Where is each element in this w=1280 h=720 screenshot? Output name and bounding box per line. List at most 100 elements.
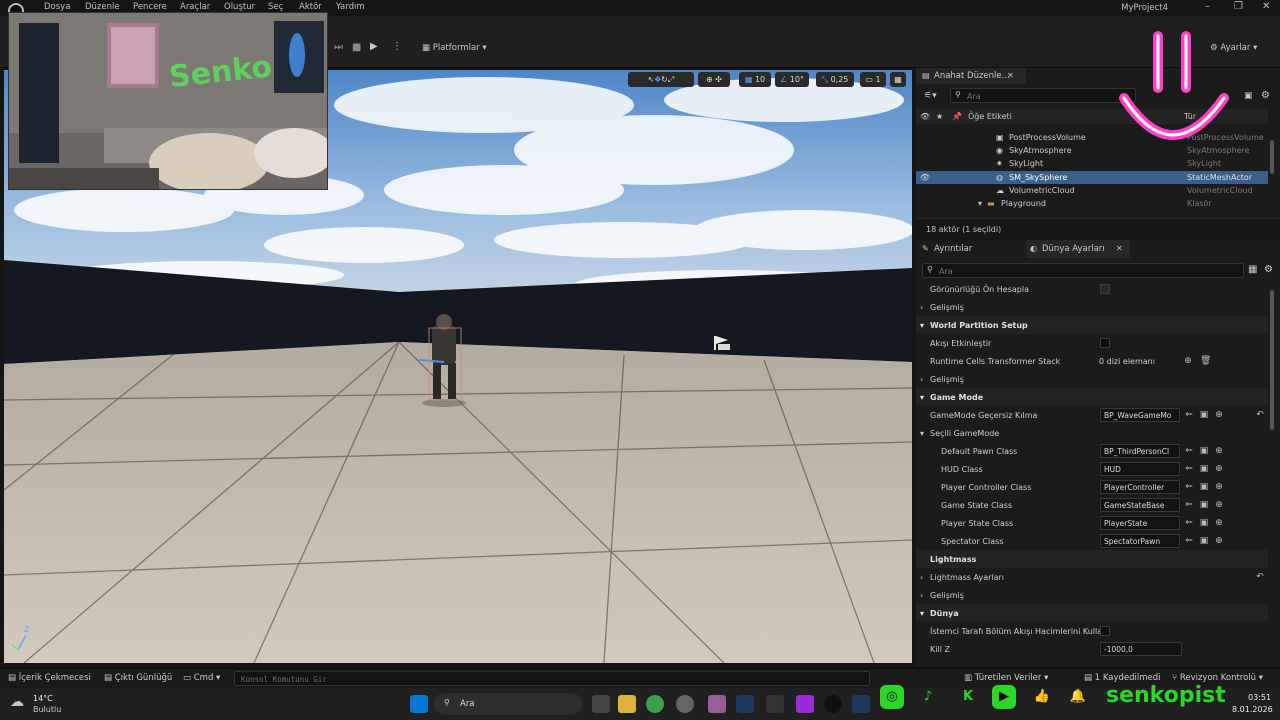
reset-icon[interactable]: ↶ (1255, 572, 1265, 582)
outliner-search-input[interactable]: ⚲ Ara (950, 88, 1136, 103)
category-advanced[interactable]: › Gelişmiş (916, 586, 1268, 604)
kill-z-input[interactable]: -1000,0 (1100, 642, 1182, 656)
menu-file[interactable]: Dosya (44, 2, 70, 12)
select-icon[interactable]: ↖ (648, 75, 655, 84)
menu-actor[interactable]: Aktör (299, 2, 322, 12)
close-tab-icon[interactable]: ✕ (1116, 244, 1123, 253)
coordinate-space[interactable]: ⊕ ✣ (698, 72, 730, 87)
add-icon[interactable]: ⊕ (1214, 446, 1224, 456)
trash-icon[interactable]: 🗑 (1200, 356, 1211, 366)
cmd-dropdown[interactable]: ▭ Cmd ▾ (183, 673, 220, 683)
browse-icon[interactable]: ▣ (1199, 446, 1209, 456)
content-drawer-button[interactable]: ▤ İçerik Çekmecesi (8, 673, 91, 683)
reset-icon[interactable]: ↶ (1255, 410, 1265, 420)
minimize-icon[interactable]: – (1205, 1, 1210, 12)
obs-icon[interactable] (676, 695, 694, 713)
subsection-selected-gamemode[interactable]: ▾ Seçili GameMode (916, 424, 1268, 442)
outliner-settings-icon[interactable]: ⚙ (1261, 90, 1270, 101)
spectator-dropdown[interactable]: SpectatorPawn (1100, 534, 1180, 548)
chrome-icon[interactable] (646, 695, 664, 713)
add-icon[interactable]: ⊕ (1214, 464, 1224, 474)
skip-icon[interactable]: ⏭ (334, 42, 343, 53)
file-explorer-icon[interactable] (618, 695, 636, 713)
platforms-button[interactable]: ▦ Platformlar ▾ (422, 43, 487, 53)
use-selected-icon[interactable]: ⇐ (1184, 518, 1194, 528)
outliner-row-folder[interactable]: ▾ ▬ Playground Klasör (916, 197, 1268, 210)
unreal-icon[interactable] (824, 695, 842, 713)
category-advanced[interactable]: › Gelişmiş (916, 370, 1268, 388)
grid-snap[interactable]: ▦ 10 (739, 72, 771, 87)
viewport-layout[interactable]: ▦ (890, 72, 906, 87)
add-icon[interactable]: ⊕ (1214, 536, 1224, 546)
player-state-dropdown[interactable]: PlayerState (1100, 516, 1180, 530)
add-element-icon[interactable]: ⊕ (1183, 356, 1193, 366)
stop-icon[interactable]: ■ (352, 42, 361, 53)
scale-snap[interactable]: ⤡ 0,25 (816, 72, 854, 87)
add-icon[interactable]: ⊕ (1214, 482, 1224, 492)
add-icon[interactable]: ⊕ (1214, 518, 1224, 528)
browse-icon[interactable]: ▣ (1199, 482, 1209, 492)
star-icon[interactable]: ★ (936, 112, 943, 121)
section-world[interactable]: ▾ Dünya (916, 604, 1268, 622)
section-game-mode[interactable]: ▾ Game Mode (916, 388, 1268, 406)
use-selected-icon[interactable]: ⇐ (1184, 446, 1194, 456)
tab-details[interactable]: ✎ Ayrıntılar (916, 240, 1026, 258)
taskbar-search[interactable]: ⚲ Ara (434, 693, 582, 715)
steam-icon[interactable] (736, 695, 754, 713)
weather-icon[interactable]: ☁ (10, 694, 24, 710)
menu-window[interactable]: Pencere (133, 2, 167, 12)
menu-create[interactable]: Oluştur (224, 2, 255, 12)
browse-icon[interactable]: ▣ (1199, 410, 1209, 420)
use-selected-icon[interactable]: ⇐ (1184, 482, 1194, 492)
browse-icon[interactable]: ▣ (1199, 500, 1209, 510)
visibility-icon[interactable]: 👁 (920, 112, 930, 121)
tab-outliner[interactable]: ▤ Anahat Düzenle... ✕ (916, 68, 1026, 84)
browse-icon[interactable]: ▣ (1199, 518, 1209, 528)
outliner-scrollbar[interactable] (1270, 140, 1274, 174)
menu-select[interactable]: Seç (268, 2, 283, 12)
close-icon[interactable]: ✕ (1262, 1, 1270, 12)
default-pawn-dropdown[interactable]: BP_ThirdPersonCl (1100, 444, 1180, 458)
table-view-icon[interactable]: ▦ (1248, 264, 1257, 275)
console-input[interactable]: Konsol Komutunu Gir (234, 671, 870, 686)
add-icon[interactable]: ⊕ (1214, 500, 1224, 510)
expand-arrow-icon[interactable]: ▾ (978, 199, 982, 208)
start-icon[interactable] (410, 695, 428, 713)
play-icon[interactable]: ▶ (370, 41, 378, 52)
game-state-dropdown[interactable]: GameStateBase (1100, 498, 1180, 512)
use-selected-icon[interactable]: ⇐ (1184, 500, 1194, 510)
checkbox[interactable] (1100, 626, 1110, 636)
filter-icon[interactable]: ⚟▾ (924, 91, 937, 101)
hud-dropdown[interactable]: HUD (1100, 462, 1180, 476)
outliner-row[interactable]: ☁ VolumetricCloud VolumetricCloud (916, 184, 1268, 197)
use-selected-icon[interactable]: ⇐ (1184, 410, 1194, 420)
transform-tools[interactable]: ↖ ✥ ↻ ⤢ (628, 72, 694, 87)
output-log-button[interactable]: ▤ Çıktı Günlüğü (104, 673, 172, 683)
steam-icon-2[interactable] (852, 695, 870, 713)
rotate-icon[interactable]: ↻ (661, 75, 668, 84)
add-folder-icon[interactable]: ▣ (1244, 91, 1253, 101)
more-options-icon[interactable]: ⋮ (392, 41, 402, 52)
twitch-icon[interactable] (796, 695, 814, 713)
use-selected-icon[interactable]: ⇐ (1184, 536, 1194, 546)
category-advanced[interactable]: › Gelişmiş (916, 298, 1268, 316)
close-tab-icon[interactable]: ✕ (1007, 71, 1014, 80)
menu-tools[interactable]: Araçlar (180, 2, 210, 12)
rotation-snap[interactable]: ∠ 10° (775, 72, 809, 87)
use-selected-icon[interactable]: ⇐ (1184, 464, 1194, 474)
app-icon[interactable] (708, 695, 726, 713)
column-label[interactable]: Öğe Etiketi (968, 112, 1012, 121)
move-icon[interactable]: ✥ (654, 75, 661, 84)
section-lightmass[interactable]: Lightmass (916, 550, 1268, 568)
browse-icon[interactable]: ▣ (1199, 536, 1209, 546)
camera-speed[interactable]: ▭ 1 (860, 72, 886, 87)
maximize-icon[interactable]: ❐ (1234, 1, 1243, 12)
tab-world-settings[interactable]: ◐ Dünya Ayarları ✕ (1026, 240, 1130, 258)
scale-icon[interactable]: ⤢ (668, 75, 674, 85)
menu-help[interactable]: Yardım (336, 2, 365, 12)
menu-edit[interactable]: Düzenle (85, 2, 120, 12)
epic-games-icon[interactable] (766, 695, 784, 713)
visibility-icon[interactable]: 👁 (920, 173, 930, 182)
outliner-row-selected[interactable]: 👁 ◍ SM_SkySphere StaticMeshActor (916, 171, 1268, 184)
player-controller-dropdown[interactable]: PlayerController (1100, 480, 1180, 494)
